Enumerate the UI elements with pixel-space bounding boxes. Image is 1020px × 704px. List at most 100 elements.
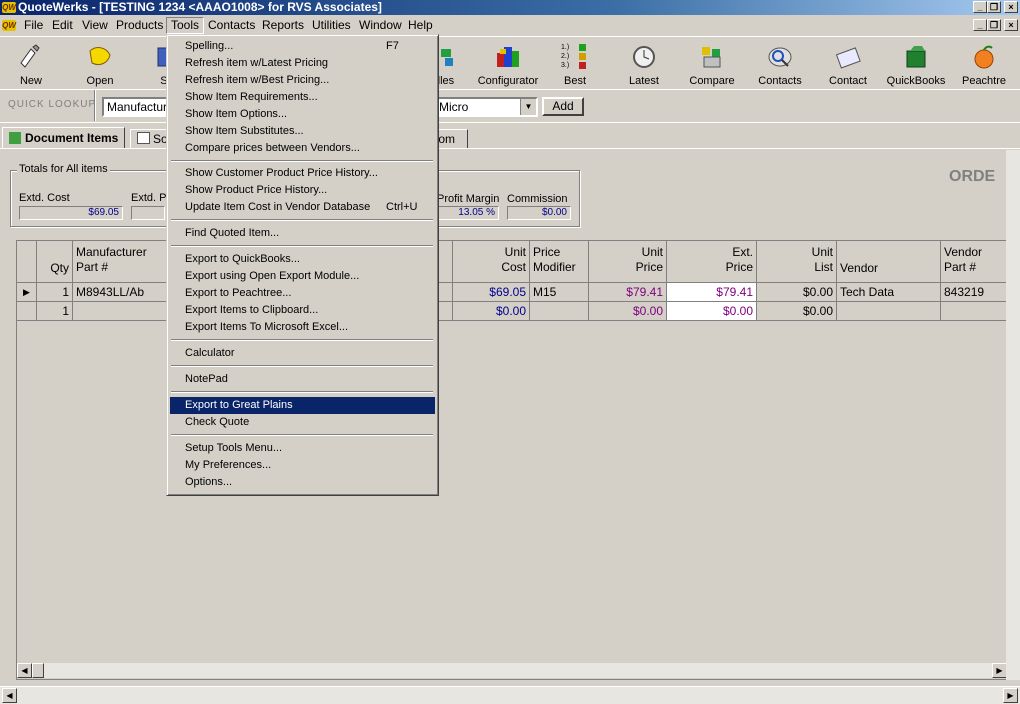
- header-unit-list[interactable]: Unit List: [757, 241, 837, 283]
- tools-export-peachtree[interactable]: Export to Peachtree...: [170, 285, 435, 302]
- grid-scroll-thumb[interactable]: [32, 663, 44, 678]
- menu-file[interactable]: File: [20, 18, 47, 33]
- row2-vendor[interactable]: [837, 302, 941, 321]
- menu-edit[interactable]: Edit: [48, 18, 77, 33]
- doc-minimize-icon[interactable]: _: [973, 19, 987, 31]
- toolbar-peachtree-button[interactable]: Peachtre: [951, 41, 1017, 89]
- row2-selector[interactable]: [17, 302, 37, 321]
- menu-reports[interactable]: Reports: [258, 18, 308, 33]
- toolbar-contacts-button[interactable]: Contacts: [747, 41, 813, 89]
- tools-product-price-history[interactable]: Show Product Price History...: [170, 182, 435, 199]
- toolbar-contact-button[interactable]: Contact: [815, 41, 881, 89]
- menu-separator: [171, 434, 433, 436]
- doc-close-icon[interactable]: ×: [1004, 19, 1018, 31]
- menu-help[interactable]: Help: [404, 18, 437, 33]
- toolbar-compare-button[interactable]: Compare: [679, 41, 745, 89]
- header-qty[interactable]: Qty: [37, 241, 73, 283]
- menu-window[interactable]: Window: [355, 18, 406, 33]
- quickbooks-icon: [906, 46, 926, 68]
- tools-export-excel[interactable]: Export Items To Microsoft Excel...: [170, 319, 435, 336]
- profit-margin-value: 13.05 %: [437, 206, 499, 220]
- menu-tools[interactable]: Tools: [166, 17, 205, 34]
- toolbar-quickbooks-button[interactable]: QuickBooks: [883, 41, 949, 89]
- tools-setup-tools-menu[interactable]: Setup Tools Menu...: [170, 440, 435, 457]
- menu-products[interactable]: Products: [112, 18, 167, 33]
- row2-unit-price[interactable]: $0.00: [589, 302, 667, 321]
- scroll-left-icon[interactable]: ◀: [17, 663, 32, 678]
- clock-icon: [633, 46, 655, 68]
- header-vendor[interactable]: Vendor: [837, 241, 941, 283]
- minimize-icon[interactable]: _: [973, 1, 987, 13]
- doc-restore-icon[interactable]: ❐: [987, 19, 1001, 31]
- row-selector-arrow-icon[interactable]: ▶: [17, 283, 37, 302]
- row1-ext-price[interactable]: $79.41: [667, 283, 757, 302]
- tools-notepad[interactable]: NotePad: [170, 371, 435, 388]
- row2-unit-list[interactable]: $0.00: [757, 302, 837, 321]
- tools-compare-vendor-prices[interactable]: Compare prices between Vendors...: [170, 140, 435, 157]
- tools-show-item-requirements[interactable]: Show Item Requirements...: [170, 89, 435, 106]
- row2-qty[interactable]: 1: [37, 302, 73, 321]
- menu-separator: [171, 339, 433, 341]
- row1-vendor[interactable]: Tech Data: [837, 283, 941, 302]
- tools-customer-price-history[interactable]: Show Customer Product Price History...: [170, 165, 435, 182]
- tools-export-open-module[interactable]: Export using Open Export Module...: [170, 268, 435, 285]
- add-button[interactable]: Add: [542, 97, 584, 116]
- tools-refresh-latest-pricing[interactable]: Refresh item w/Latest Pricing: [170, 55, 435, 72]
- row1-unit-price[interactable]: $79.41: [589, 283, 667, 302]
- scroll-right-icon[interactable]: ▶: [992, 663, 1007, 678]
- row1-vendor-part[interactable]: 843219: [941, 283, 1007, 302]
- row1-unit-cost[interactable]: $69.05: [453, 283, 530, 302]
- tab-top-line: [0, 122, 1020, 123]
- row2-vendor-part[interactable]: [941, 302, 1007, 321]
- row2-ext-price[interactable]: $0.00: [667, 302, 757, 321]
- toolbar-new-button[interactable]: New: [0, 41, 64, 89]
- tools-calculator[interactable]: Calculator: [170, 345, 435, 362]
- header-unit-price[interactable]: Unit Price: [589, 241, 667, 283]
- header-vendor-part[interactable]: Vendor Part #: [941, 241, 1007, 283]
- tools-find-quoted-item[interactable]: Find Quoted Item...: [170, 225, 435, 242]
- close-icon[interactable]: ×: [1004, 1, 1018, 13]
- header-price-modifier-line1: Price: [533, 245, 561, 259]
- row1-price-modifier[interactable]: M15: [530, 283, 589, 302]
- header-price-modifier[interactable]: Price Modifier: [530, 241, 589, 283]
- row1-qty[interactable]: 1: [37, 283, 73, 302]
- menu-separator: [171, 245, 433, 247]
- tools-refresh-best-pricing[interactable]: Refresh item w/Best Pricing...: [170, 72, 435, 89]
- grid-horizontal-scrollbar[interactable]: ◀ ▶: [17, 663, 1007, 678]
- tools-show-item-substitutes[interactable]: Show Item Substitutes...: [170, 123, 435, 140]
- lookup-field-manufacturer[interactable]: Manufacture: [102, 97, 168, 117]
- contact-card-icon: [835, 47, 861, 69]
- tools-export-great-plains[interactable]: Export to Great Plains: [170, 397, 435, 414]
- tab-document-items[interactable]: Document Items: [2, 127, 126, 148]
- chevron-down-icon[interactable]: ▼: [520, 99, 536, 115]
- main-scroll-right-icon[interactable]: ▶: [1003, 688, 1018, 703]
- menu-contacts[interactable]: Contacts: [204, 18, 259, 33]
- menu-separator: [171, 160, 433, 162]
- tools-update-item-cost[interactable]: Update Item Cost in Vendor Database Ctrl+…: [170, 199, 435, 216]
- main-scroll-left-icon[interactable]: ◀: [2, 688, 17, 703]
- menu-utilities[interactable]: Utilities: [308, 18, 355, 33]
- tools-options[interactable]: Options...: [170, 474, 435, 491]
- vertical-scrollbar[interactable]: [1006, 150, 1020, 680]
- header-ext-price[interactable]: Ext. Price: [667, 241, 757, 283]
- toolbar-best-button[interactable]: 1.) 2.) 3.) Best: [542, 41, 608, 89]
- toolbar-latest-button[interactable]: Latest: [611, 41, 677, 89]
- tools-export-quickbooks[interactable]: Export to QuickBooks...: [170, 251, 435, 268]
- row2-price-modifier[interactable]: [530, 302, 589, 321]
- row1-unit-list[interactable]: $0.00: [757, 283, 837, 302]
- tools-my-preferences[interactable]: My Preferences...: [170, 457, 435, 474]
- row2-unit-cost[interactable]: $0.00: [453, 302, 530, 321]
- tools-export-clipboard[interactable]: Export Items to Clipboard...: [170, 302, 435, 319]
- tools-spelling[interactable]: Spelling... F7: [170, 38, 435, 55]
- header-vendor-part-line2: Part #: [944, 260, 977, 274]
- tools-check-quote[interactable]: Check Quote: [170, 414, 435, 431]
- lookup-select-micro[interactable]: Micro ▼: [434, 97, 538, 117]
- menu-view[interactable]: View: [78, 18, 112, 33]
- restore-icon[interactable]: ❐: [987, 1, 1001, 13]
- new-document-icon: [20, 44, 40, 68]
- tools-show-item-options[interactable]: Show Item Options...: [170, 106, 435, 123]
- main-horizontal-scrollbar[interactable]: ◀ ▶: [0, 686, 1020, 704]
- header-unit-price-line2: Price: [635, 260, 663, 274]
- document-items-icon: [9, 132, 21, 144]
- header-unit-cost[interactable]: Unit Cost: [453, 241, 530, 283]
